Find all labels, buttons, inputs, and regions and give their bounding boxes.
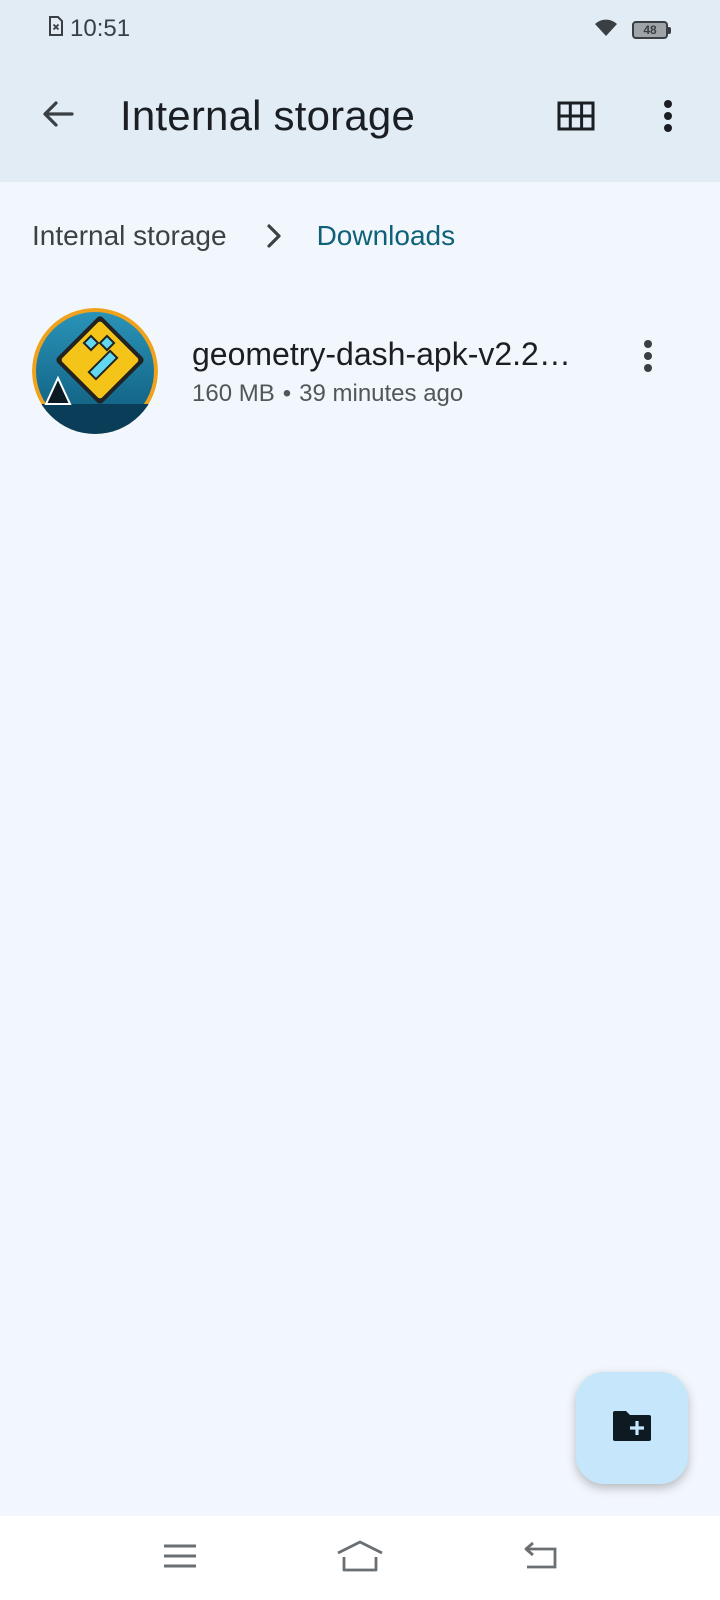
- more-options-button[interactable]: [640, 90, 696, 146]
- battery-icon: 48: [632, 21, 671, 39]
- file-more-button[interactable]: [620, 330, 676, 386]
- status-right: 48: [594, 16, 671, 44]
- wifi-icon: [594, 18, 618, 43]
- back-nav-button[interactable]: [504, 1532, 576, 1584]
- new-folder-icon: [611, 1409, 653, 1448]
- more-vert-icon: [663, 99, 673, 138]
- home-icon: [335, 1539, 385, 1578]
- grid-view-button[interactable]: [548, 94, 604, 142]
- page-title: Internal storage: [120, 92, 416, 139]
- new-folder-button[interactable]: [576, 1372, 688, 1484]
- file-size: 160 MB: [192, 380, 275, 407]
- app-bar: Internal storage: [0, 58, 720, 182]
- back-arrow-icon: [40, 96, 76, 137]
- recents-menu-icon: [162, 1542, 198, 1575]
- back-icon: [521, 1541, 559, 1576]
- home-button[interactable]: [324, 1532, 396, 1584]
- battery-level: 48: [643, 23, 657, 37]
- more-vert-icon: [643, 339, 653, 378]
- file-list-item[interactable]: geometry-dash-apk-v2.2… 160 MB • 39 minu…: [0, 300, 720, 440]
- chevron-right-icon: [251, 223, 297, 249]
- breadcrumb-root[interactable]: Internal storage: [32, 220, 227, 252]
- grid-view-icon: [557, 101, 595, 136]
- file-name: geometry-dash-apk-v2.2…: [192, 336, 571, 372]
- status-left: 10:51: [48, 14, 130, 44]
- file-modified: 39 minutes ago: [299, 380, 464, 407]
- breadcrumb: Internal storage Downloads: [32, 214, 455, 258]
- breadcrumb-current[interactable]: Downloads: [317, 220, 456, 252]
- status-time: 10:51: [70, 15, 131, 42]
- geometry-dash-app-icon: [32, 308, 158, 434]
- recents-button[interactable]: [144, 1532, 216, 1584]
- status-bar: 10:51 48: [0, 0, 720, 58]
- back-button[interactable]: [30, 88, 86, 144]
- meta-separator: •: [282, 380, 292, 407]
- file-meta: 160 MB • 39 minutes ago: [192, 380, 463, 408]
- system-nav-bar: [0, 1516, 720, 1600]
- sim-error-icon: [48, 15, 64, 43]
